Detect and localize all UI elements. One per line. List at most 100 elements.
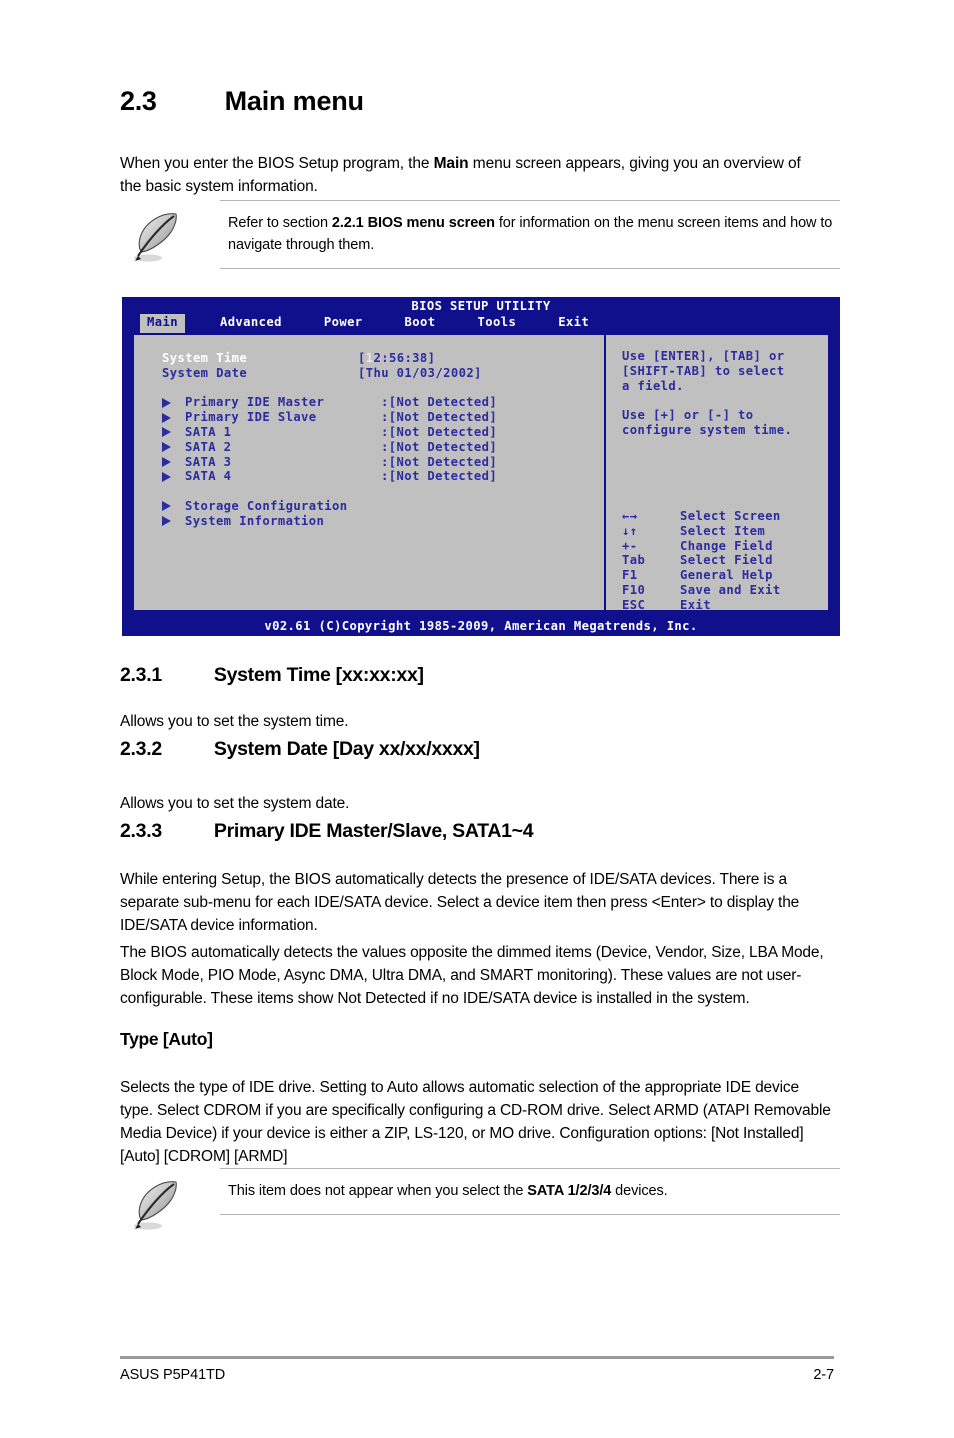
key-tab-desc: Select Field bbox=[680, 553, 773, 568]
key-esc: ESC bbox=[622, 597, 646, 612]
sata-2-label: SATA 2 bbox=[185, 439, 232, 454]
triangle-right-icon bbox=[162, 516, 171, 527]
subsection-number-231: 2.3.1 bbox=[120, 664, 162, 686]
subsection-heading-233: 2.3.3 Primary IDE Master/Slave, SATA1~4 bbox=[120, 820, 850, 843]
help-gap bbox=[622, 393, 828, 408]
section-number: 2.3 bbox=[120, 86, 157, 116]
bios-tab-boot[interactable]: Boot bbox=[398, 314, 443, 333]
note-2-bold: SATA 1/2/3/4 bbox=[527, 1183, 612, 1199]
bios-field-system-time[interactable]: System Time [12:56:38] bbox=[162, 351, 604, 366]
sata-4-value: :[Not Detected] bbox=[381, 469, 498, 484]
key-select-item: ↓↑ bbox=[622, 523, 638, 538]
section-title: Main menu bbox=[224, 86, 364, 116]
bios-content-frame: System Time [12:56:38] System Date [Thu … bbox=[132, 333, 830, 612]
note-1-pre: Refer to section bbox=[228, 215, 332, 231]
subsection-heading-231: 2.3.1 System Time [xx:xx:xx] bbox=[120, 664, 850, 687]
subsection-number-233: 2.3.3 bbox=[120, 820, 162, 842]
key-legend-row: ESC Exit bbox=[622, 598, 781, 613]
key-change-field-desc: Change Field bbox=[680, 538, 773, 553]
bios-item-sata-4[interactable]: SATA 4 :[Not Detected] bbox=[162, 469, 604, 484]
subsection-body-231: Allows you to set the system time. bbox=[120, 712, 349, 730]
sata-2-value: :[Not Detected] bbox=[381, 439, 498, 454]
type-auto-body: Selects the type of IDE drive. Setting t… bbox=[120, 1078, 831, 1166]
key-legend-row: F1 General Help bbox=[622, 568, 781, 583]
bios-tab-main[interactable]: Main bbox=[140, 314, 185, 333]
intro-text-bold: Main bbox=[433, 154, 469, 172]
bios-tab-advanced[interactable]: Advanced bbox=[213, 314, 289, 333]
document-page: 2.3 Main menu When you enter the BIOS Se… bbox=[0, 0, 954, 1438]
key-select-screen: ←→ bbox=[622, 509, 638, 523]
bios-item-sata-1[interactable]: SATA 1 :[Not Detected] bbox=[162, 425, 604, 440]
intro-text-pre: When you enter the BIOS Setup program, t… bbox=[120, 154, 434, 172]
system-time-value[interactable]: [12:56:38] bbox=[358, 351, 435, 366]
bios-key-legend: ←→ Select Screen ↓↑ Select Item +- Chang… bbox=[622, 509, 781, 613]
help-line-2: [SHIFT-TAB] to select bbox=[622, 363, 785, 378]
key-legend-row: F10 Save and Exit bbox=[622, 583, 781, 598]
help-line-5: configure system time. bbox=[622, 422, 793, 437]
subsection-title-232: System Date [Day xx/xx/xxxx] bbox=[213, 738, 480, 760]
subsection-heading-232: 2.3.2 System Date [Day xx/xx/xxxx] bbox=[120, 738, 850, 761]
subsection-title-231: System Time [xx:xx:xx] bbox=[213, 664, 424, 686]
system-time-cursor-digit: 1 bbox=[365, 351, 374, 365]
system-date-value[interactable]: [Thu 01/03/2002] bbox=[358, 366, 482, 381]
triangle-right-icon bbox=[162, 501, 171, 512]
intro-paragraph: When you enter the BIOS Setup program, t… bbox=[120, 152, 820, 198]
subsection-body-233-p1: While entering Setup, the BIOS automatic… bbox=[120, 870, 800, 935]
key-legend-row: ←→ Select Screen bbox=[622, 509, 781, 524]
note-2-post: devices. bbox=[611, 1183, 668, 1199]
sata-3-label: SATA 3 bbox=[185, 454, 232, 469]
section-heading: 2.3 Main menu bbox=[120, 86, 850, 117]
key-f1: F1 bbox=[622, 568, 638, 583]
sata-4-label: SATA 4 bbox=[185, 469, 232, 484]
sata-1-label: SATA 1 bbox=[185, 424, 232, 439]
bios-main-pane: System Time [12:56:38] System Date [Thu … bbox=[134, 335, 604, 610]
sata-3-value: :[Not Detected] bbox=[381, 454, 498, 469]
key-select-screen-desc: Select Screen bbox=[680, 509, 781, 523]
bios-tab-exit[interactable]: Exit bbox=[551, 314, 596, 333]
bios-help-pane: Use [ENTER], [TAB] or [SHIFT-TAB] to sel… bbox=[606, 335, 828, 613]
triangle-right-icon bbox=[162, 471, 171, 482]
note-callout-1: Refer to section 2.2.1 BIOS menu screen … bbox=[120, 200, 840, 269]
help-line-3: a field. bbox=[622, 378, 684, 393]
system-time-label: System Time bbox=[162, 351, 248, 365]
feather-pen-icon bbox=[130, 1176, 186, 1234]
bios-item-sata-3[interactable]: SATA 3 :[Not Detected] bbox=[162, 455, 604, 470]
triangle-right-icon bbox=[162, 397, 171, 408]
bios-field-system-date[interactable]: System Date [Thu 01/03/2002] bbox=[162, 366, 604, 381]
bios-title: BIOS SETUP UTILITY bbox=[122, 297, 840, 314]
bios-item-sata-2[interactable]: SATA 2 :[Not Detected] bbox=[162, 440, 604, 455]
subsection-title-233: Primary IDE Master/Slave, SATA1~4 bbox=[213, 820, 534, 842]
key-f1-desc: General Help bbox=[680, 568, 773, 583]
bios-tab-tools[interactable]: Tools bbox=[471, 314, 524, 333]
storage-configuration-label: Storage Configuration bbox=[185, 498, 348, 513]
key-select-item-desc: Select Item bbox=[680, 523, 766, 538]
bios-item-storage-configuration[interactable]: Storage Configuration bbox=[162, 499, 604, 514]
key-esc-desc: Exit bbox=[680, 597, 711, 612]
help-line-1: Use [ENTER], [TAB] or bbox=[622, 349, 785, 363]
type-auto-heading: Type [Auto] bbox=[120, 1029, 213, 1049]
help-line-4: Use [+] or [-] to bbox=[622, 408, 754, 423]
bios-item-system-information[interactable]: System Information bbox=[162, 514, 604, 529]
sata-1-value: :[Not Detected] bbox=[381, 424, 498, 439]
note-2-pre: This item does not appear when you selec… bbox=[228, 1183, 528, 1199]
primary-ide-master-label: Primary IDE Master bbox=[185, 395, 325, 410]
bios-setup-screenshot: BIOS SETUP UTILITY Main Advanced Power B… bbox=[122, 297, 840, 636]
footer-page-number: 2-7 bbox=[813, 1367, 834, 1383]
footer-product-name: ASUS P5P41TD bbox=[120, 1367, 226, 1383]
primary-ide-slave-value: :[Not Detected] bbox=[381, 410, 498, 425]
bios-item-primary-ide-master[interactable]: Primary IDE Master :[Not Detected] bbox=[162, 395, 604, 410]
primary-ide-slave-label: Primary IDE Slave bbox=[185, 410, 317, 425]
triangle-right-icon bbox=[162, 442, 171, 453]
triangle-right-icon bbox=[162, 412, 171, 423]
system-date-label: System Date bbox=[162, 365, 248, 380]
feather-pen-icon bbox=[130, 208, 186, 266]
bios-tab-power[interactable]: Power bbox=[317, 314, 370, 333]
footer-divider bbox=[120, 1356, 834, 1359]
note-text-1: Refer to section 2.2.1 BIOS menu screen … bbox=[220, 200, 840, 269]
subsection-body-232: Allows you to set the system date. bbox=[120, 794, 350, 812]
triangle-right-icon bbox=[162, 427, 171, 438]
bios-item-primary-ide-slave[interactable]: Primary IDE Slave :[Not Detected] bbox=[162, 410, 604, 425]
triangle-right-icon bbox=[162, 456, 171, 467]
